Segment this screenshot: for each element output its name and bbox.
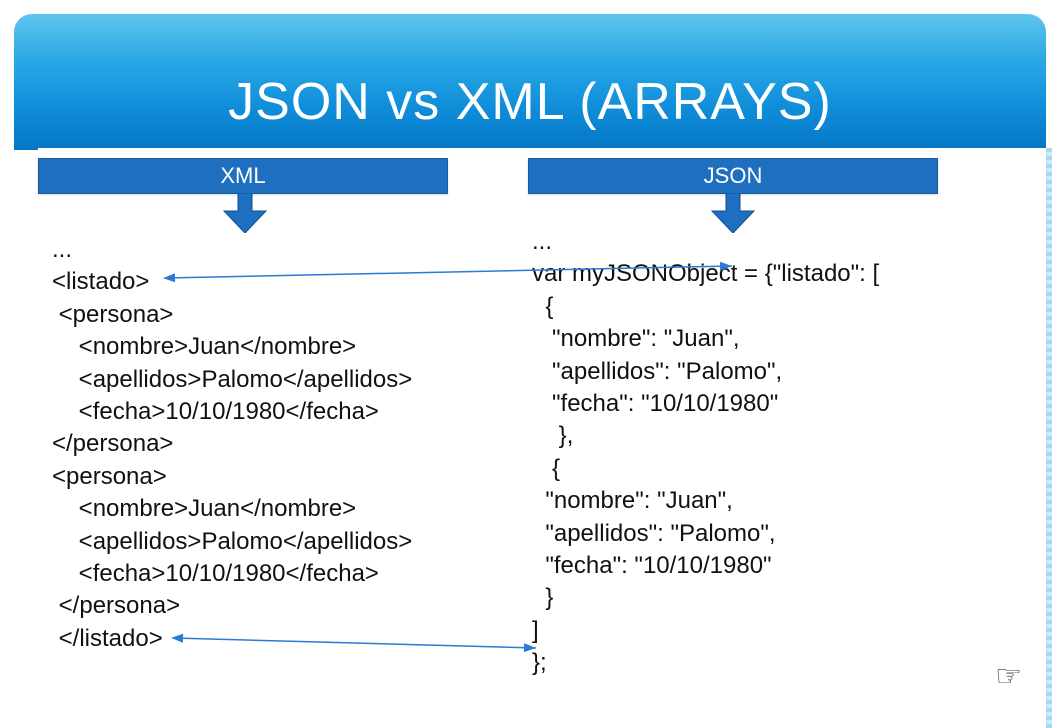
- content-area: XML JSON ... <listado> <persona> <nombre…: [38, 148, 1046, 728]
- column-header-json: JSON: [528, 158, 938, 194]
- pointing-hand-icon: ☞: [995, 659, 1022, 694]
- json-code-block: ... var myJSONObject = {"listado": [ { "…: [532, 226, 879, 679]
- column-header-xml: XML: [38, 158, 448, 194]
- arrow-down-icon: [222, 193, 268, 233]
- xml-code-block: ... <listado> <persona> <nombre>Juan</no…: [52, 234, 412, 655]
- slide: JSON vs XML (ARRAYS) XML JSON ... <lista…: [0, 0, 1060, 728]
- slide-title: JSON vs XML (ARRAYS): [0, 72, 1060, 132]
- column-header-json-label: JSON: [704, 163, 763, 189]
- column-header-xml-label: XML: [220, 163, 265, 189]
